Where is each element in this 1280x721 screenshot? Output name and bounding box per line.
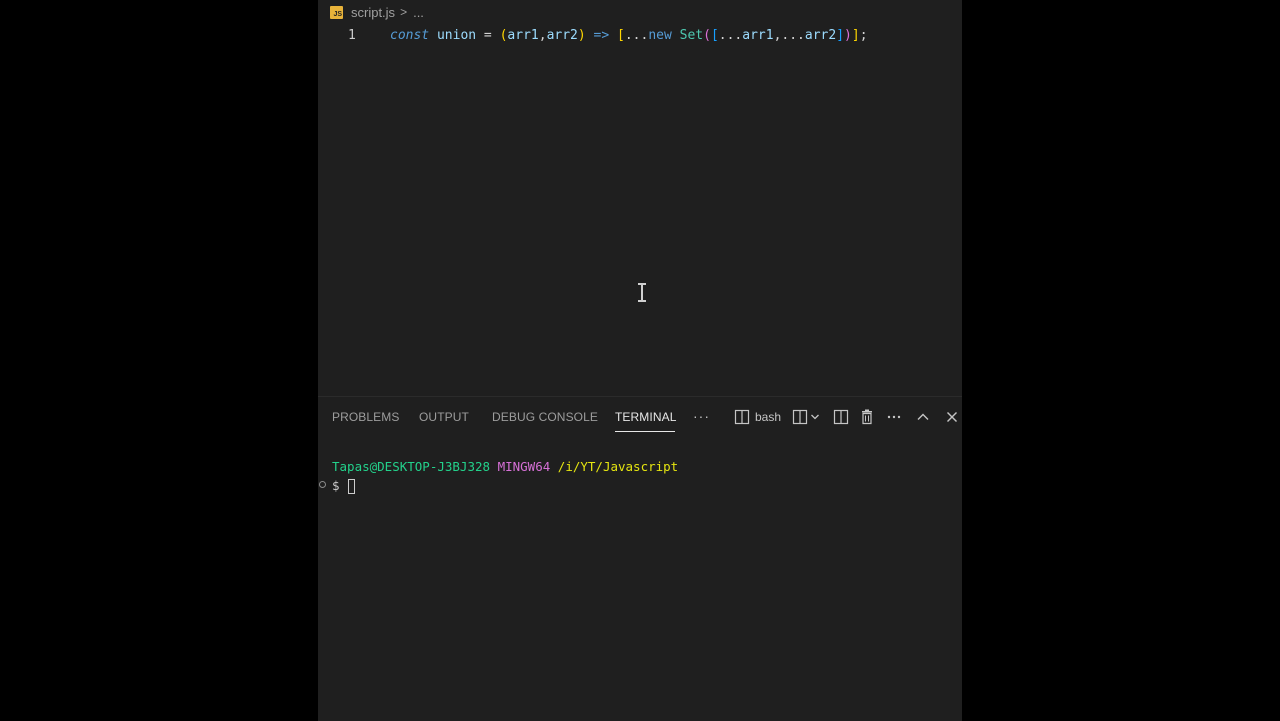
- split-layout-icon[interactable]: [792, 409, 808, 425]
- tab-output[interactable]: OUTPUT: [419, 410, 469, 424]
- code-editor[interactable]: JS script.js > ... 1 const union = ( arr1…: [318, 0, 962, 396]
- more-tabs-icon[interactable]: ···: [693, 408, 710, 424]
- code-token: [: [710, 27, 719, 43]
- code-token: Set: [679, 27, 704, 43]
- close-icon[interactable]: [944, 409, 960, 425]
- active-tab-indicator: [615, 431, 675, 432]
- code-token: (: [703, 27, 711, 43]
- code-token: ): [844, 27, 852, 43]
- bottom-panel: PROBLEMS OUTPUT DEBUG CONSOLE TERMINAL ·…: [318, 396, 962, 721]
- trash-icon[interactable]: [859, 409, 875, 425]
- chevron-up-icon[interactable]: [915, 409, 931, 425]
- code-token: =>: [585, 27, 618, 43]
- breadcrumb-more[interactable]: ...: [413, 5, 424, 20]
- terminal-user-host: Tapas@DESKTOP-J3BJ328: [332, 459, 491, 474]
- breadcrumb-separator: >: [400, 5, 408, 19]
- vscode-window: JS script.js > ... 1 const union = ( arr1…: [318, 0, 962, 721]
- code-token: [: [617, 27, 625, 43]
- code-token: ...: [781, 27, 805, 43]
- code-token: ]: [851, 27, 860, 43]
- terminal-icon[interactable]: [734, 409, 750, 425]
- code-token: arr2: [546, 27, 578, 43]
- code-token: union: [436, 27, 477, 43]
- chevron-down-icon[interactable]: [810, 409, 820, 425]
- code-token: =: [476, 27, 500, 43]
- code-token: ;: [859, 27, 868, 43]
- code-token: ): [577, 27, 586, 43]
- code-token: const: [390, 27, 430, 43]
- terminal-system: MINGW64: [497, 459, 551, 474]
- text-cursor-icon: [637, 282, 647, 302]
- code-token: ...: [718, 27, 743, 43]
- tab-problems[interactable]: PROBLEMS: [332, 410, 400, 424]
- terminal-prompt-header: Tapas@DESKTOP-J3BJ328 MINGW64 /i/YT/Java…: [332, 459, 678, 474]
- terminal-path: /i/YT/Javascript: [557, 459, 679, 474]
- split-terminal-icon[interactable]: [833, 409, 849, 425]
- javascript-file-icon: JS: [330, 5, 343, 19]
- code-token: new: [648, 27, 672, 43]
- breadcrumb-filename[interactable]: script.js: [351, 5, 395, 20]
- code-token: ]: [836, 27, 845, 43]
- code-text[interactable]: const union = (arr1,arr2) => [...new Set…: [390, 28, 868, 43]
- terminal-cursor: [348, 479, 355, 494]
- breadcrumb: JS script.js > ...: [330, 2, 424, 22]
- code-token: ,: [538, 27, 547, 43]
- code-token: arr2: [804, 27, 837, 43]
- command-decoration-icon: [319, 481, 326, 488]
- line-number: 1: [348, 27, 356, 43]
- shell-label[interactable]: bash: [755, 410, 781, 424]
- code-token: arr1: [742, 27, 774, 43]
- terminal-prompt-symbol: $: [332, 478, 340, 493]
- code-token: ...: [624, 27, 649, 43]
- more-actions-icon[interactable]: [886, 409, 902, 425]
- tab-debug-console[interactable]: DEBUG CONSOLE: [492, 410, 598, 424]
- code-token: arr1: [507, 27, 539, 43]
- code-line[interactable]: 1 const union = (arr1,arr2) => [...new S…: [318, 24, 962, 46]
- tab-terminal[interactable]: TERMINAL: [615, 410, 676, 424]
- panel-tab-bar: PROBLEMS OUTPUT DEBUG CONSOLE TERMINAL ·…: [318, 397, 962, 437]
